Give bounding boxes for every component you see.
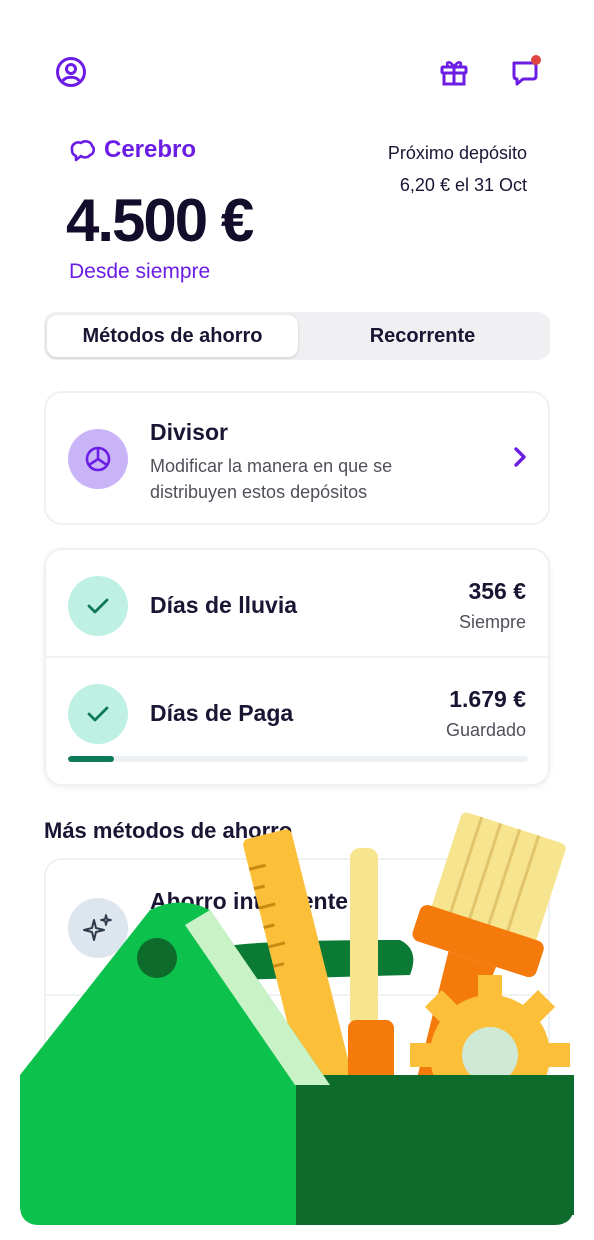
check-icon — [87, 598, 109, 614]
pie-chart-icon — [85, 446, 111, 472]
goal-row-pay-days[interactable]: Días de Paga 1.679 € Guardado — [46, 658, 548, 766]
goals-card: Días de lluvia 356 € Siempre Días de Pag… — [44, 548, 550, 786]
method-name: Ahorro inteligente — [150, 888, 349, 914]
tab-switcher: Métodos de ahorro Recorrente — [44, 312, 550, 360]
goal-progress-bar — [68, 756, 528, 762]
profile-button[interactable] — [51, 52, 91, 92]
gift-icon — [440, 61, 468, 86]
tab-recurring[interactable]: Recorrente — [298, 315, 547, 357]
divisor-icon-badge — [68, 429, 128, 489]
goal-sub: Guardado — [445, 720, 526, 740]
method-sub: ero — [150, 922, 175, 941]
goal-amount: 1.679 € — [449, 686, 526, 712]
goal-progress-fill — [68, 756, 114, 762]
brain-icon — [70, 140, 96, 162]
notification-dot — [531, 55, 541, 65]
goal-status-badge — [68, 684, 128, 744]
gift-button[interactable] — [434, 52, 474, 92]
divisor-description: Modificar la manera en que se distribuye… — [150, 456, 393, 502]
method-icon-badge — [68, 898, 128, 958]
account-name-row: Cerebro — [68, 136, 196, 164]
sparkle-icon — [83, 914, 112, 941]
goal-status-badge — [68, 576, 128, 636]
check-icon — [87, 706, 109, 722]
user-circle-icon — [56, 57, 86, 87]
goal-row-rainy-days[interactable]: Días de lluvia 356 € Siempre — [46, 550, 548, 658]
top-bar — [0, 52, 594, 96]
more-methods-title: Más métodos de ahorro — [44, 818, 293, 843]
tab-savings-methods[interactable]: Métodos de ahorro — [47, 315, 298, 357]
chat-bubble-icon — [512, 55, 541, 86]
next-deposit: Próximo depósito 6,20 € el 31 Oct — [388, 137, 527, 201]
balance-period: Desde siempre — [69, 260, 211, 283]
divisor-title: Divisor — [150, 419, 228, 445]
account-label: Cerebro — [104, 136, 197, 163]
goal-name: Días de lluvia — [150, 592, 298, 618]
more-methods-card: Ahorro inteligente ero — [44, 858, 550, 1158]
chat-button[interactable] — [505, 52, 545, 92]
next-deposit-value: 6,20 € el 31 Oct — [399, 175, 527, 195]
divider — [46, 994, 548, 996]
goal-name: Días de Paga — [150, 700, 294, 726]
goal-amount: 356 € — [468, 578, 526, 604]
balance-amount: 4.500 € — [66, 187, 254, 254]
divisor-card[interactable]: Divisor Modificar la manera en que se di… — [44, 391, 550, 525]
chevron-right-icon — [514, 447, 526, 467]
next-deposit-label: Próximo depósito — [387, 143, 527, 163]
goal-sub: Siempre — [458, 612, 526, 632]
